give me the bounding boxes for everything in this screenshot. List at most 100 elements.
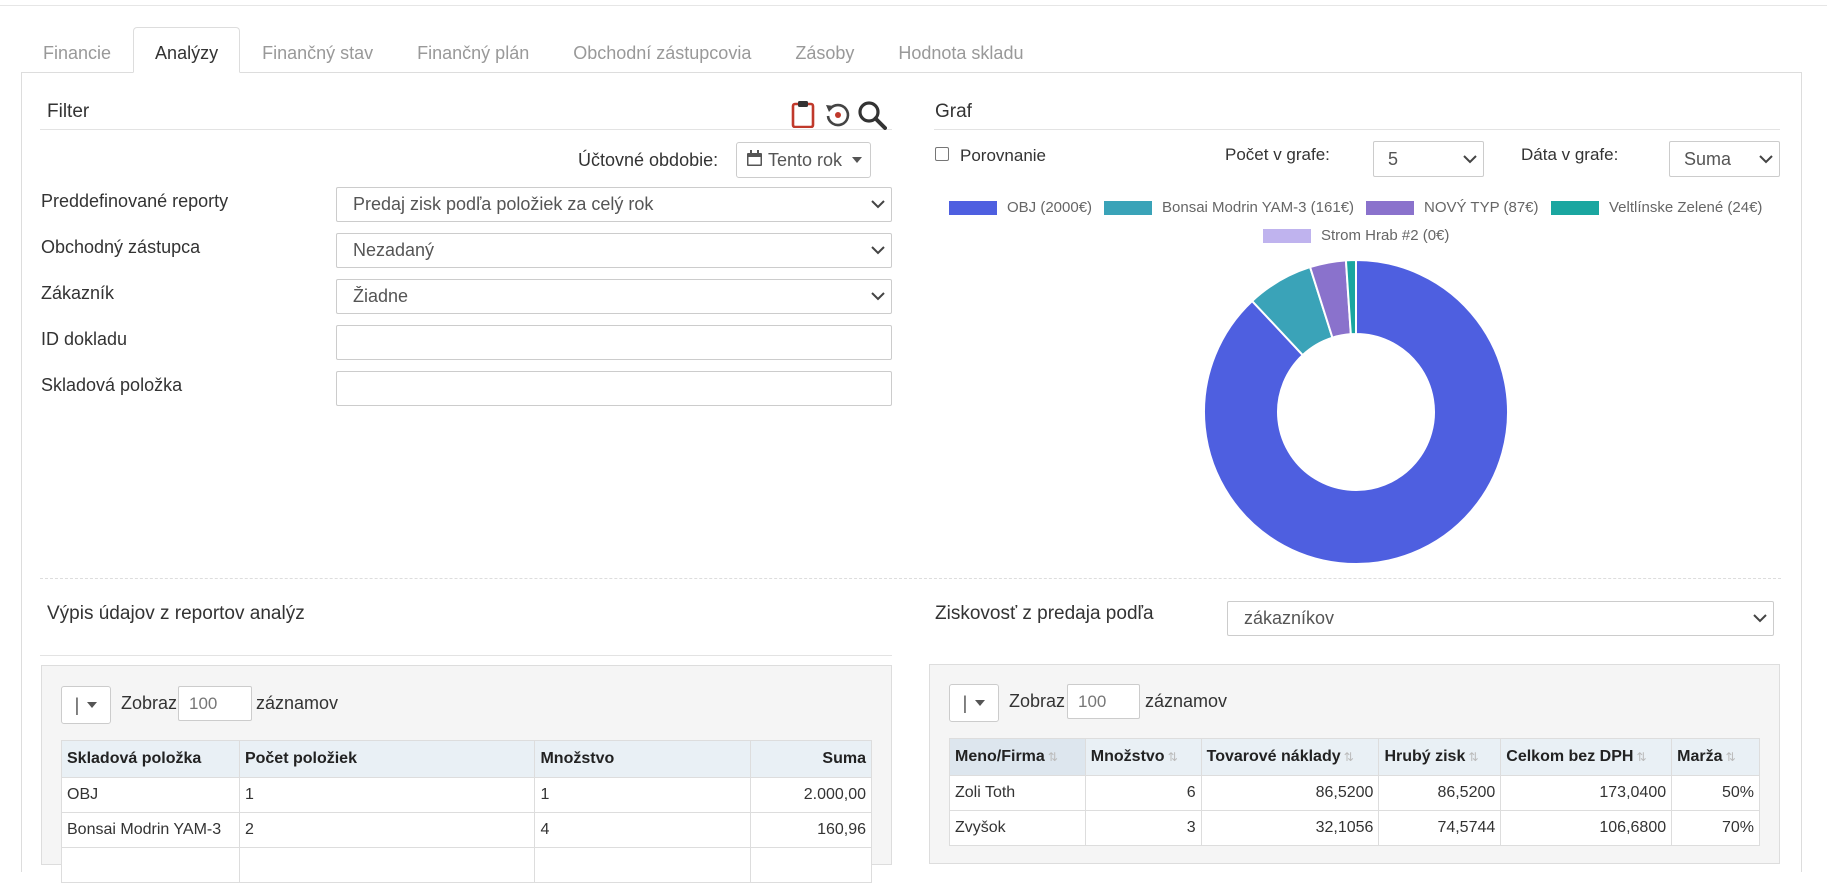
column-header[interactable]: Množstvo ⇅ xyxy=(1084,738,1202,776)
table-cell: Zvyšok xyxy=(949,810,1086,846)
page-size-input[interactable]: 100 xyxy=(1067,684,1140,719)
table-cell: 2 xyxy=(238,812,536,848)
tab-financny-stav[interactable]: Finančný stav xyxy=(240,27,395,73)
column-header[interactable]: Marža ⇅ xyxy=(1671,738,1760,776)
stock-item-input[interactable] xyxy=(336,371,892,406)
section-divider xyxy=(40,578,1781,579)
profitability-by-select[interactable]: zákazníkov xyxy=(1227,601,1774,636)
tab-financie[interactable]: Financie xyxy=(21,27,133,73)
column-header[interactable]: Množstvo xyxy=(534,740,752,778)
data-select[interactable]: Suma xyxy=(1669,141,1780,177)
table-row[interactable]: OBJ 1 1 2.000,00 xyxy=(61,777,872,813)
dropdown-label: | xyxy=(962,692,968,713)
column-header[interactable]: Skladová položka xyxy=(61,740,240,778)
profitability-by-value: zákazníkov xyxy=(1244,608,1335,628)
legend-item[interactable]: NOVÝ TYP (87€) xyxy=(1366,199,1539,216)
column-toggle-dropdown[interactable]: | xyxy=(949,684,999,722)
legend-label: Veltlínske Zelené (24€) xyxy=(1609,199,1763,216)
analysis-list-divider xyxy=(40,655,892,656)
graph-divider xyxy=(934,129,1780,130)
comparison-checkbox[interactable] xyxy=(935,147,949,161)
table-cell: 173,0400 xyxy=(1500,775,1673,811)
records-label: záznamov xyxy=(1145,691,1228,711)
column-header[interactable]: Počet položiek xyxy=(238,740,536,778)
doc-id-input[interactable] xyxy=(336,325,892,360)
search-icon[interactable] xyxy=(857,100,887,130)
data-value: Suma xyxy=(1684,148,1732,169)
table-header-row: Meno/Firma ⇅ Množstvo ⇅ Tovarové náklady ⇅ … xyxy=(949,738,1760,776)
chevron-down-icon xyxy=(1747,602,1773,635)
table-cell: OBJ xyxy=(61,777,240,813)
reset-icon[interactable] xyxy=(824,101,851,128)
show-label: Zobraz xyxy=(121,693,178,713)
count-label: Počet v grafe: xyxy=(1225,145,1330,164)
agent-select[interactable]: Nezadaný xyxy=(336,233,892,268)
chevron-down-icon xyxy=(865,234,891,267)
legend-swatch xyxy=(949,200,997,215)
customer-label: Zákazník xyxy=(41,283,115,303)
table-cell: 1 xyxy=(534,777,752,813)
page-size-input[interactable]: 100 xyxy=(178,686,252,721)
tab-analyzy[interactable]: Analýzy xyxy=(133,27,241,73)
tab-hodnota-skladu[interactable]: Hodnota skladu xyxy=(876,27,1045,73)
column-header[interactable]: Tovarové náklady ⇅ xyxy=(1200,738,1380,776)
sort-icon: ⇅ xyxy=(1343,750,1354,764)
table-row[interactable] xyxy=(61,847,872,883)
column-header[interactable]: Hrubý zisk ⇅ xyxy=(1378,738,1502,776)
agent-value: Nezadaný xyxy=(353,240,435,260)
legend-label: Bonsai Modrin YAM-3 (161€) xyxy=(1162,199,1355,216)
legend-item[interactable]: Bonsai Modrin YAM-3 (161€) xyxy=(1104,199,1354,216)
caret-down-icon xyxy=(87,702,98,708)
doc-id-label: ID dokladu xyxy=(41,329,128,349)
table-cell: 1 xyxy=(238,777,536,813)
donut-chart[interactable] xyxy=(1196,252,1516,572)
clipboard-icon[interactable] xyxy=(791,100,815,129)
agent-label: Obchodný zástupca xyxy=(41,237,201,257)
reports-label: Preddefinované reporty xyxy=(41,191,229,211)
filter-title: Filter xyxy=(47,101,90,122)
graph-title: Graf xyxy=(935,101,972,122)
table-cell: 106,6800 xyxy=(1500,810,1673,846)
legend-swatch xyxy=(1551,200,1599,215)
column-header[interactable]: Suma xyxy=(750,740,872,778)
table-row[interactable]: Zoli Toth 6 86,5200 86,5200 173,0400 50% xyxy=(949,775,1760,811)
sort-icon: ⇅ xyxy=(1047,750,1058,764)
column-header[interactable]: Meno/Firma ⇅ xyxy=(949,738,1086,776)
legend-label: Strom Hrab #2 (0€) xyxy=(1321,227,1450,244)
legend-item[interactable]: Strom Hrab #2 (0€) xyxy=(1263,227,1449,244)
customer-value: Žiadne xyxy=(353,286,409,306)
period-dropdown[interactable]: Tento rok xyxy=(736,142,871,178)
period-label: Účtovné obdobie: xyxy=(578,150,719,170)
chevron-down-icon xyxy=(865,280,891,313)
filter-divider xyxy=(40,129,892,130)
customer-select[interactable]: Žiadne xyxy=(336,279,892,314)
dropdown-label: | xyxy=(74,694,80,715)
legend-item[interactable]: Veltlínske Zelené (24€) xyxy=(1551,199,1762,216)
legend-item[interactable]: OBJ (2000€) xyxy=(949,199,1092,216)
table-cell: 160,96 xyxy=(750,812,872,848)
tab-obchodni-zastupcovia[interactable]: Obchodní zástupcovia xyxy=(551,27,773,73)
data-label: Dáta v grafe: xyxy=(1521,145,1619,164)
legend-label: NOVÝ TYP (87€) xyxy=(1424,199,1539,216)
table-cell: 32,1056 xyxy=(1200,810,1380,846)
chevron-down-icon xyxy=(1457,142,1483,176)
chevron-down-icon xyxy=(1753,142,1779,176)
profitability-title: Ziskovosť z predaja podľa xyxy=(935,603,1154,624)
column-toggle-dropdown[interactable]: | xyxy=(61,686,111,724)
reports-select[interactable]: Predaj zisk podľa položiek za celý rok xyxy=(336,187,892,222)
top-border xyxy=(0,0,1827,6)
legend-swatch xyxy=(1263,228,1311,243)
table-cell: Zoli Toth xyxy=(949,775,1086,811)
table-row[interactable]: Zvyšok 3 32,1056 74,5744 106,6800 70% xyxy=(949,810,1760,846)
column-header[interactable]: Celkom bez DPH ⇅ xyxy=(1500,738,1673,776)
table-cell: 4 xyxy=(534,812,752,848)
show-label: Zobraz xyxy=(1009,691,1066,711)
profitability-table: Meno/Firma ⇅ Množstvo ⇅ Tovarové náklady ⇅ … xyxy=(949,738,1760,846)
legend-swatch xyxy=(1366,200,1414,215)
tab-financny-plan[interactable]: Finančný plán xyxy=(395,27,551,73)
tab-zasoby[interactable]: Zásoby xyxy=(773,27,876,73)
table-cell: 74,5744 xyxy=(1378,810,1502,846)
analysis-list-title: Výpis údajov z reportov analýz xyxy=(47,603,305,624)
table-row[interactable]: Bonsai Modrin YAM-3 2 4 160,96 xyxy=(61,812,872,848)
count-select[interactable]: 5 xyxy=(1373,141,1484,177)
